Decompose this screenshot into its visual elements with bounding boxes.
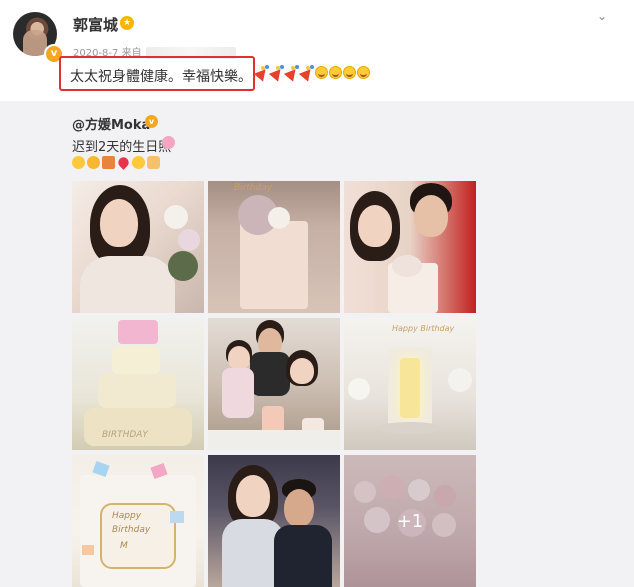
heart-emoji-icon <box>116 155 131 170</box>
post-card: v 郭富城 ★ ⌄ 2020-8-7 来自 太太祝身體健康。幸福快樂。 <box>0 0 634 101</box>
photo-2[interactable]: Birthday <box>208 181 340 313</box>
verified-badge-icon: v <box>145 115 158 128</box>
photo-9[interactable]: +1 <box>344 455 476 587</box>
photo-4[interactable]: BIRTHDAY <box>72 318 204 450</box>
kiss-emoji-icon <box>132 156 145 169</box>
hug-emoji-icon <box>87 156 100 169</box>
smile-icon <box>315 65 328 79</box>
cake-text-line1: Happy <box>112 511 142 521</box>
pray-emoji-icon <box>147 156 160 169</box>
photo-grid: Birthday BIRTHDAY Happy Birthday Happy B… <box>72 181 476 587</box>
smile-icon <box>329 65 342 79</box>
repost-text: 迟到2天的生日照 <box>72 140 172 155</box>
photo-7[interactable]: Happy Birthday M <box>72 455 204 587</box>
more-photos-count[interactable]: +1 <box>344 455 476 587</box>
party-popper-icon <box>285 65 299 79</box>
hug-emoji-icon <box>72 156 85 169</box>
photo-3[interactable] <box>344 181 476 313</box>
party-popper-icon <box>270 65 284 79</box>
cake-topper-text: Happy Birthday <box>392 324 455 333</box>
photo-5[interactable] <box>208 318 340 450</box>
cake-topper-text: Birthday <box>234 183 273 193</box>
post-username[interactable]: 郭富城 <box>73 14 118 35</box>
cake-text-line3: M <box>120 541 128 551</box>
party-popper-icon <box>255 65 269 79</box>
post-content: 太太祝身體健康。幸福快樂。 <box>70 69 252 85</box>
cake-emoji-icon <box>162 136 175 149</box>
member-crown-icon: ★ <box>120 16 134 30</box>
smile-icon <box>357 65 370 79</box>
repost-emoji-row <box>72 155 160 170</box>
party-popper-icon <box>300 65 314 79</box>
post-emoji-row <box>255 65 370 79</box>
smile-icon <box>343 65 356 79</box>
cake-base-text: BIRTHDAY <box>102 430 148 440</box>
photo-8[interactable] <box>208 455 340 587</box>
cake-text-line2: Birthday <box>112 525 151 535</box>
repost-username[interactable]: @方媛Moka <box>72 114 150 133</box>
gift-emoji-icon <box>102 156 115 169</box>
chevron-down-icon[interactable]: ⌄ <box>594 8 610 24</box>
photo-6[interactable]: Happy Birthday <box>344 318 476 450</box>
photo-1[interactable] <box>72 181 204 313</box>
